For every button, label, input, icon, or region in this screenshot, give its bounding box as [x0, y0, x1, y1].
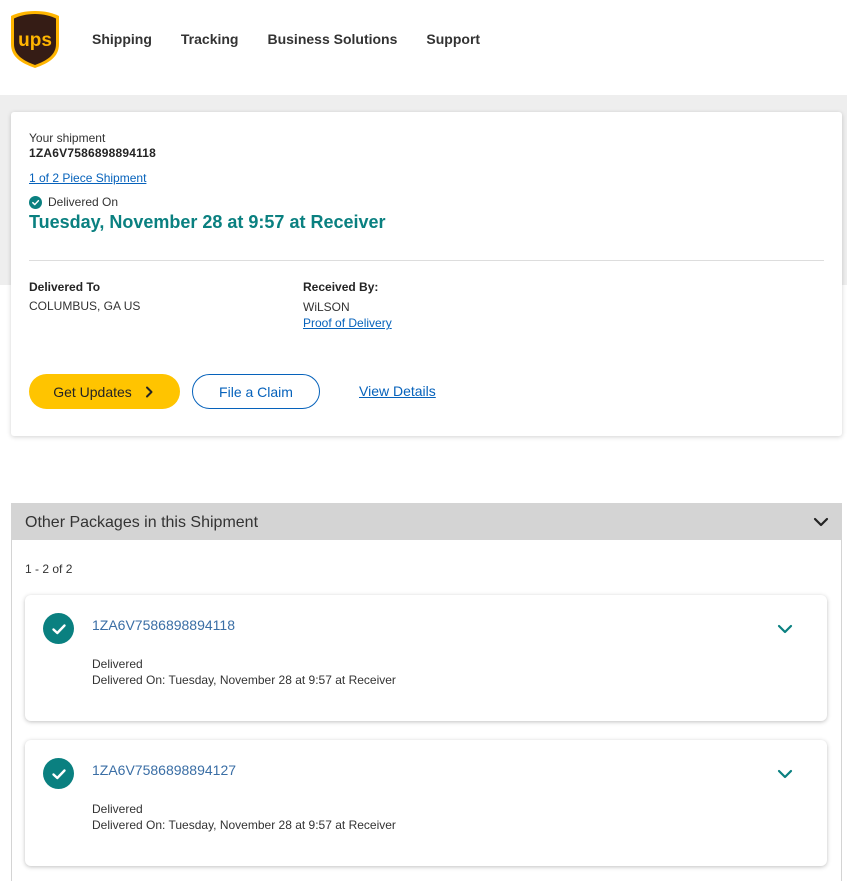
chevron-down-icon[interactable] — [777, 623, 793, 635]
file-claim-button[interactable]: File a Claim — [192, 374, 320, 409]
other-packages-header[interactable]: Other Packages in this Shipment — [12, 504, 841, 540]
view-details-link[interactable]: View Details — [359, 383, 436, 399]
delivered-to-value: COLUMBUS, GA US — [29, 299, 141, 313]
nav-tracking[interactable]: Tracking — [181, 31, 239, 47]
get-updates-button[interactable]: Get Updates — [29, 374, 180, 409]
received-by-value: WiLSON — [303, 300, 350, 314]
nav-shipping[interactable]: Shipping — [92, 31, 152, 47]
package-status: Delivered — [92, 657, 143, 671]
shipment-card: Your shipment 1ZA6V7586898894118 1 of 2 … — [11, 112, 842, 436]
nav-support[interactable]: Support — [426, 31, 480, 47]
get-updates-label: Get Updates — [53, 383, 132, 400]
chevron-right-icon — [145, 386, 153, 397]
site-header: ups Shipping Tracking Business Solutions… — [0, 0, 847, 95]
check-circle-icon — [43, 613, 74, 644]
delivered-to-label: Delivered To — [29, 280, 101, 294]
delivery-status: Delivered On — [29, 195, 118, 209]
package-card: 1ZA6V7586898894127 Delivered Delivered O… — [25, 740, 827, 866]
nav-business-solutions[interactable]: Business Solutions — [267, 31, 397, 47]
main-nav: Shipping Tracking Business Solutions Sup… — [92, 31, 509, 47]
piece-shipment-link[interactable]: 1 of 2 Piece Shipment — [29, 171, 146, 185]
package-tracking-link[interactable]: 1ZA6V7586898894127 — [92, 762, 236, 778]
check-circle-icon — [29, 195, 42, 209]
logo-wordmark: ups — [18, 30, 52, 51]
package-card: 1ZA6V7586898894118 Delivered Delivered O… — [25, 595, 827, 721]
package-count: 1 - 2 of 2 — [25, 562, 73, 576]
chevron-down-icon[interactable] — [777, 768, 793, 780]
package-tracking-link[interactable]: 1ZA6V7586898894118 — [92, 617, 235, 633]
package-delivered-date: Delivered On: Tuesday, November 28 at 9:… — [92, 673, 396, 687]
check-circle-icon — [43, 758, 74, 789]
ups-logo[interactable]: ups — [10, 10, 60, 69]
package-delivered-date: Delivered On: Tuesday, November 28 at 9:… — [92, 818, 396, 832]
other-packages-title: Other Packages in this Shipment — [25, 514, 259, 531]
tracking-number: 1ZA6V7586898894118 — [29, 146, 157, 160]
other-packages-section: Other Packages in this Shipment 1 - 2 of… — [11, 503, 842, 881]
received-by-label: Received By: — [303, 280, 379, 294]
package-status: Delivered — [92, 802, 143, 816]
proof-of-delivery-link[interactable]: Proof of Delivery — [303, 316, 392, 330]
delivered-date: Tuesday, November 28 at 9:57 at Receiver — [29, 212, 386, 232]
shipment-heading: Your shipment — [29, 131, 106, 145]
divider — [29, 260, 824, 261]
status-label: Delivered On — [48, 195, 119, 209]
chevron-down-icon[interactable] — [813, 516, 829, 528]
